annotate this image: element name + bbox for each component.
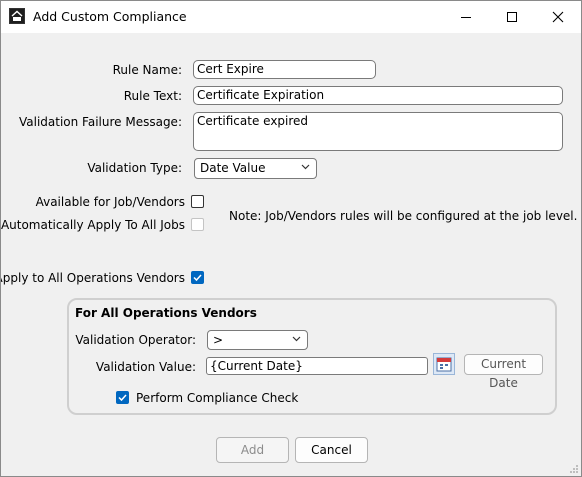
note-text: Note: Job/Vendors rules will be configur… [229,209,578,223]
close-icon [552,11,564,23]
perform-check-label: Perform Compliance Check [136,391,299,405]
auto-apply-checkbox[interactable] [191,218,204,231]
maximize-button[interactable] [489,1,535,33]
rule-name-label: Rule Name: [112,63,182,77]
app-logo-icon [9,8,25,24]
validation-type-value: Date Value [200,161,266,175]
validation-operator-select[interactable]: > [207,330,308,350]
failure-message-input[interactable]: Certificate expired [193,112,563,151]
window-title: Add Custom Compliance [33,9,187,24]
validation-type-label: Validation Type: [87,161,182,175]
validation-value-label: Validation Value: [95,360,196,374]
apply-all-ops-label: Apply to All Operations Vendors [0,271,185,285]
chevron-down-icon [292,336,301,342]
minimize-icon [461,17,471,18]
chevron-down-icon [301,164,310,170]
rule-name-input[interactable]: Cert Expire [193,60,376,79]
add-button[interactable]: Add [216,437,289,463]
available-for-job-label: Available for Job/Vendors [35,195,185,209]
title-bar[interactable]: Add Custom Compliance [1,1,581,33]
group-title: For All Operations Vendors [75,306,257,320]
minimize-button[interactable] [443,1,489,33]
available-for-job-checkbox[interactable] [191,195,204,208]
validation-value-input[interactable]: {Current Date} [206,357,428,375]
dialog-window: Add Custom Compliance Rule Name: Cert Ex… [0,0,582,477]
auto-apply-label: Automatically Apply To All Jobs [0,218,185,232]
rule-text-input[interactable]: Certificate Expiration [193,86,563,105]
calendar-button[interactable] [433,353,455,375]
checkmark-icon [118,394,127,402]
calendar-icon [436,357,452,372]
failure-message-label: Validation Failure Message: [18,115,182,129]
rule-text-label: Rule Text: [123,89,182,103]
validation-operator-value: > [213,333,224,347]
validation-operator-label: Validation Operator: [75,333,196,347]
current-date-button[interactable]: Current Date [464,354,543,390]
apply-all-ops-checkbox[interactable] [191,271,204,284]
close-button[interactable] [535,1,581,33]
cancel-button[interactable]: Cancel [295,437,368,463]
validation-type-select[interactable]: Date Value [194,158,317,179]
checkmark-icon [193,274,202,282]
resize-grip-icon[interactable] [569,464,579,474]
perform-check-checkbox[interactable] [116,391,129,404]
maximize-icon [507,12,517,22]
